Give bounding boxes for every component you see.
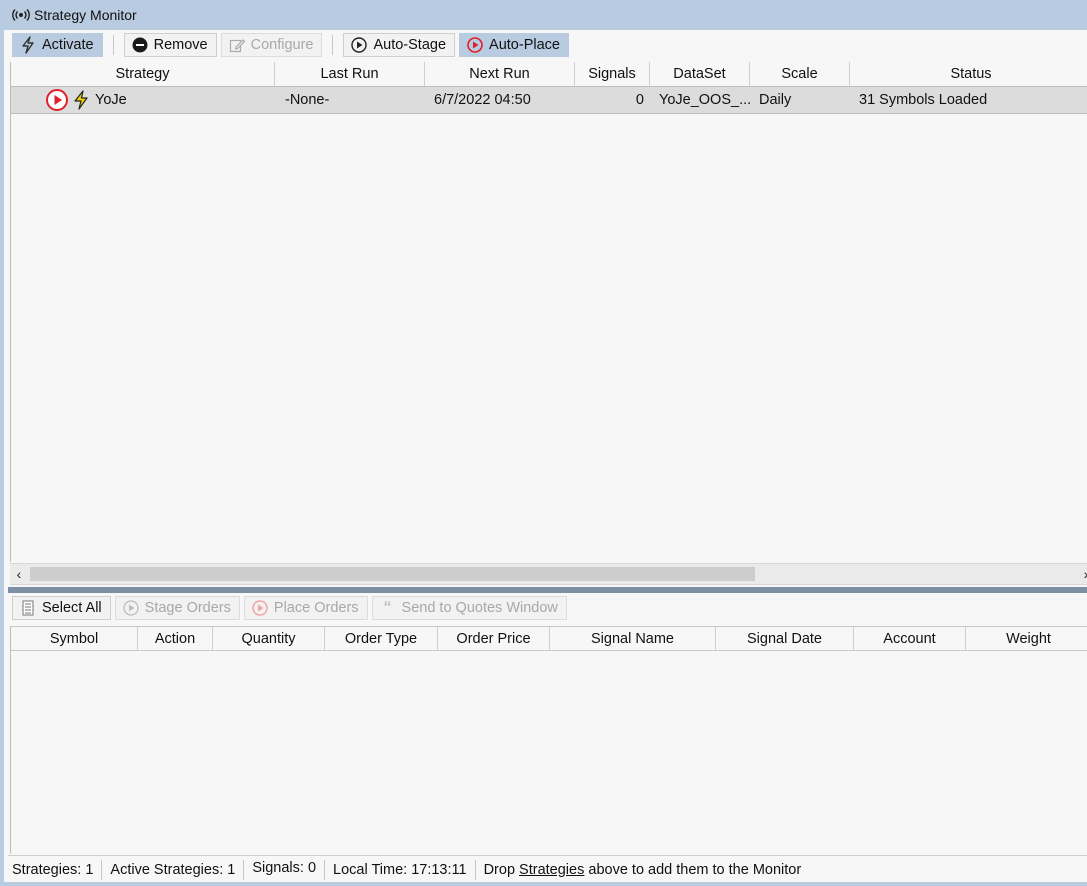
- strategy-monitor-window: Strategy Monitor Activate Remove Configu…: [0, 0, 1087, 886]
- column-header-status[interactable]: Status: [850, 62, 1087, 86]
- status-bar: Strategies: 1 Active Strategies: 1 Signa…: [8, 855, 1087, 883]
- drop-hint-prefix: Drop: [483, 861, 516, 878]
- select-all-button[interactable]: Select All: [12, 596, 111, 620]
- last-run-cell: -None-: [285, 92, 330, 108]
- column-header-scale[interactable]: Scale: [750, 62, 850, 86]
- status-cell: 31 Symbols Loaded: [859, 92, 988, 108]
- minus-circle-icon: [131, 36, 149, 54]
- activate-label: Activate: [42, 37, 94, 53]
- lightning-icon: [19, 36, 37, 54]
- strategies-link[interactable]: Strategies: [519, 862, 584, 878]
- orders-grid: Symbol Action Quantity Order Type Order …: [10, 626, 1087, 854]
- scale-cell: Daily: [759, 92, 792, 108]
- broadcast-icon: [12, 8, 30, 22]
- toolbar-separator: [332, 35, 334, 55]
- column-header-last-run[interactable]: Last Run: [275, 62, 425, 86]
- strategy-toolbar: Activate Remove Configure Auto-Stage Aut…: [8, 30, 1087, 60]
- stage-orders-button[interactable]: Stage Orders: [114, 596, 240, 620]
- active-strategies-count: Active Strategies: 1: [102, 859, 245, 880]
- signals-count: Signals: 0: [244, 859, 326, 880]
- window-title: Strategy Monitor: [34, 7, 137, 23]
- window-bottom-border: [0, 882, 1087, 886]
- auto-stage-button[interactable]: Auto-Stage: [343, 33, 456, 57]
- stage-orders-label: Stage Orders: [144, 600, 231, 616]
- horizontal-scrollbar[interactable]: ‹ ›: [10, 563, 1087, 585]
- strategies-count: Strategies: 1: [8, 859, 103, 880]
- activate-button[interactable]: Activate: [12, 33, 103, 57]
- strategy-cell: YoJe: [11, 88, 275, 112]
- table-row[interactable]: YoJe -None- 6/7/2022 04:50 0 YoJe_OOS_..…: [11, 86, 1087, 114]
- column-header-weight[interactable]: Weight: [966, 627, 1087, 650]
- configure-label: Configure: [250, 37, 314, 53]
- auto-place-label: Auto-Place: [489, 37, 560, 53]
- local-time: Local Time: 17:13:11: [325, 859, 476, 880]
- strategy-grid: Strategy Last Run Next Run Signals DataS…: [10, 62, 1087, 562]
- orders-toolbar: Select All Stage Orders Place Orders “ S…: [8, 595, 1087, 621]
- column-header-order-type[interactable]: Order Type: [325, 627, 438, 650]
- column-header-signals[interactable]: Signals: [575, 62, 650, 86]
- column-header-signal-date[interactable]: Signal Date: [716, 627, 854, 650]
- pane-splitter[interactable]: [8, 587, 1087, 593]
- orders-grid-header: Symbol Action Quantity Order Type Order …: [11, 626, 1087, 651]
- drop-hint-suffix: above to add them to the Monitor: [588, 861, 802, 878]
- play-circle-red-icon: [45, 88, 69, 112]
- quote-icon: “: [383, 599, 392, 616]
- remove-label: Remove: [153, 37, 208, 53]
- remove-button[interactable]: Remove: [123, 33, 217, 57]
- drop-hint: Drop Strategies above to add them to the…: [476, 860, 810, 880]
- send-to-quotes-button[interactable]: “ Send to Quotes Window: [371, 596, 567, 620]
- dataset-cell: YoJe_OOS_...: [659, 92, 750, 108]
- scroll-right-icon[interactable]: ›: [1077, 564, 1087, 584]
- place-orders-label: Place Orders: [273, 600, 359, 616]
- next-run-cell: 6/7/2022 04:50: [434, 92, 531, 108]
- column-header-symbol[interactable]: Symbol: [11, 627, 138, 650]
- column-header-quantity[interactable]: Quantity: [213, 627, 325, 650]
- select-all-label: Select All: [42, 600, 102, 616]
- auto-place-button[interactable]: Auto-Place: [459, 33, 569, 57]
- list-icon: [19, 599, 37, 617]
- column-header-signal-name[interactable]: Signal Name: [550, 627, 716, 650]
- signals-cell: 0: [635, 92, 644, 108]
- scroll-left-icon[interactable]: ‹: [10, 564, 28, 584]
- place-orders-button[interactable]: Place Orders: [243, 596, 368, 620]
- play-circle-icon: [350, 36, 368, 54]
- send-to-quotes-label: Send to Quotes Window: [401, 600, 558, 616]
- column-header-order-price[interactable]: Order Price: [438, 627, 550, 650]
- title-bar: Strategy Monitor: [4, 0, 1087, 30]
- play-circle-red-icon: [466, 36, 484, 54]
- toolbar-separator: [112, 35, 114, 55]
- scrollbar-thumb[interactable]: [30, 567, 755, 581]
- strategy-grid-header: Strategy Last Run Next Run Signals DataS…: [11, 62, 1087, 87]
- column-header-dataset[interactable]: DataSet: [650, 62, 750, 86]
- column-header-action[interactable]: Action: [138, 627, 213, 650]
- configure-button[interactable]: Configure: [220, 33, 323, 57]
- column-header-account[interactable]: Account: [854, 627, 966, 650]
- edit-icon: [228, 36, 246, 54]
- column-header-strategy[interactable]: Strategy: [11, 62, 275, 86]
- play-circle-icon: [122, 599, 140, 617]
- auto-stage-label: Auto-Stage: [373, 37, 447, 53]
- lightning-icon: [73, 90, 89, 110]
- column-header-next-run[interactable]: Next Run: [425, 62, 575, 86]
- play-circle-red-icon: [251, 599, 269, 617]
- strategy-name: YoJe: [95, 92, 127, 108]
